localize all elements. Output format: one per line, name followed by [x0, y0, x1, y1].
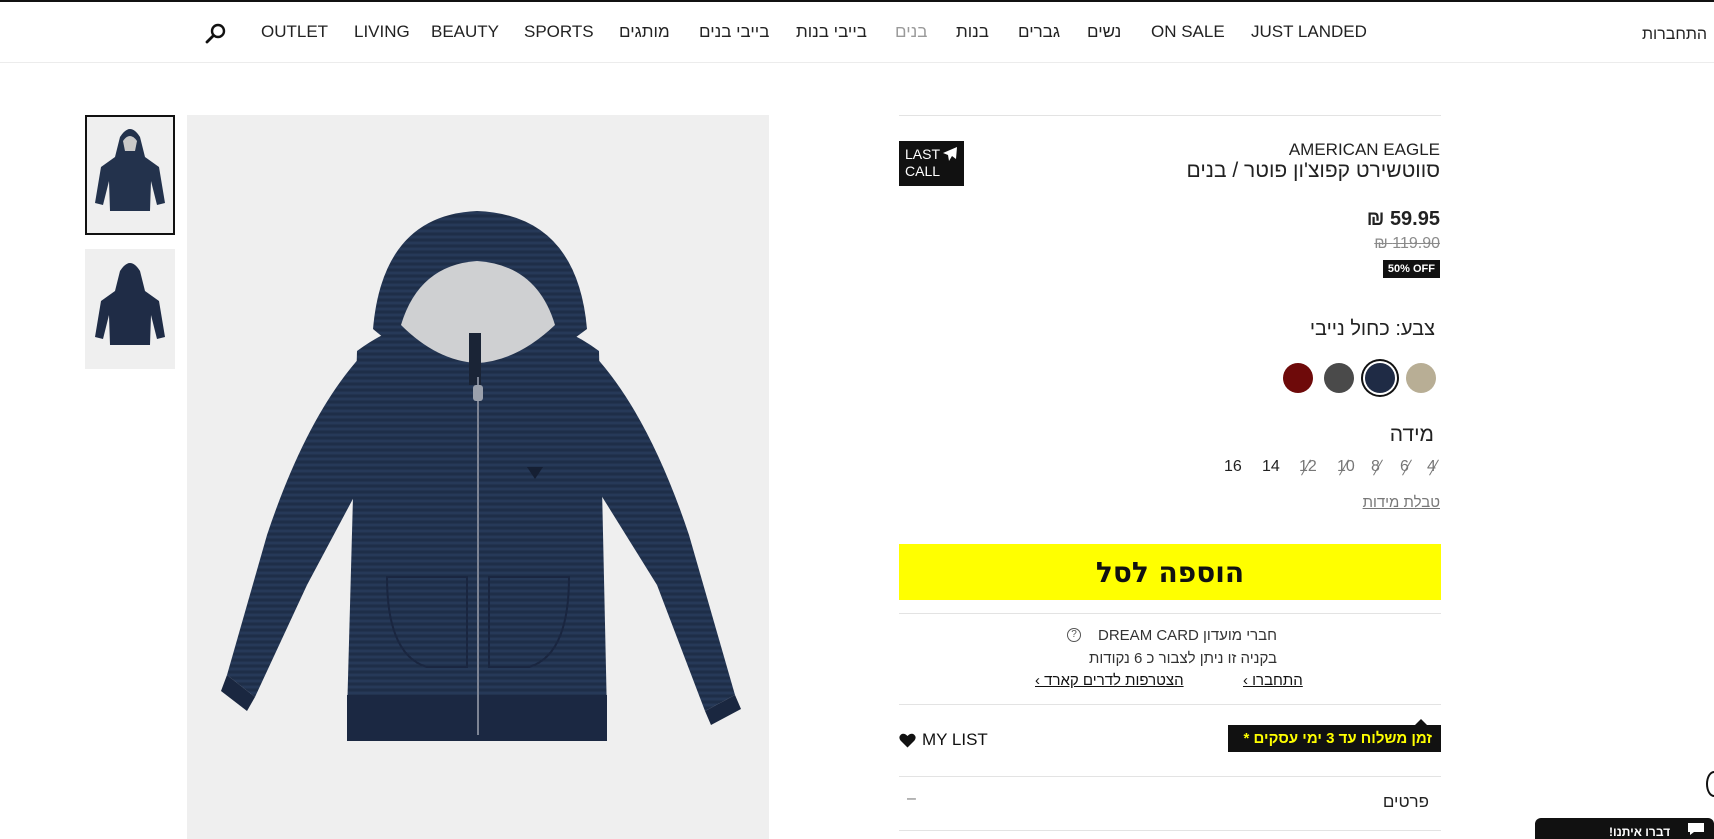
- size-option-8[interactable]: 8: [1371, 458, 1380, 476]
- search-icon[interactable]: [204, 22, 228, 46]
- hoodie-image: [187, 115, 769, 839]
- collapse-icon: –: [907, 790, 916, 807]
- product-brand[interactable]: AMERICAN EAGLE: [1289, 140, 1440, 160]
- shipping-time-badge: זמן משלוח עד 3 ימי עסקים *: [1228, 719, 1441, 752]
- add-to-cart-button[interactable]: הוספה לסל: [899, 544, 1441, 600]
- nav-item-baby-girls[interactable]: בייבי בנות: [796, 22, 867, 42]
- nav-item-just-landed[interactable]: JUST LANDED: [1251, 22, 1367, 42]
- nav-item-women[interactable]: נשים: [1087, 22, 1121, 42]
- chat-bubble-icon: [1688, 823, 1704, 835]
- my-list-button[interactable]: MY LIST: [899, 730, 988, 750]
- nav-item-baby-boys[interactable]: בייבי בנים: [699, 22, 769, 42]
- last-call-line2: CALL: [905, 163, 941, 179]
- color-swatch-charcoal[interactable]: [1324, 363, 1354, 393]
- club-join-link[interactable]: הצטרפות לדרים קארד ›: [1035, 672, 1184, 689]
- login-link[interactable]: התחברות: [1642, 26, 1707, 44]
- club-top-divider: [899, 613, 1441, 614]
- hoodie-back-thumbnail-image: [85, 249, 175, 369]
- club-login-link[interactable]: התחברו ›: [1243, 672, 1303, 689]
- nav-item-sports[interactable]: SPORTS: [524, 22, 594, 42]
- color-swatch-burgundy[interactable]: [1283, 363, 1313, 393]
- size-chart-link[interactable]: טבלת מידות: [1363, 494, 1440, 511]
- chat-label: דברו איתנו!: [1609, 825, 1671, 839]
- actions-top-divider: [899, 704, 1441, 705]
- nav-item-on-sale[interactable]: ON SALE: [1151, 22, 1225, 42]
- main-product-image[interactable]: [187, 115, 769, 839]
- size-label: מידה: [1389, 423, 1434, 446]
- last-call-badge: LAST CALL: [899, 141, 964, 186]
- nav-item-brands[interactable]: מותגים: [619, 22, 670, 42]
- details-label: פרטים: [1382, 792, 1429, 811]
- my-list-label: MY LIST: [922, 730, 988, 749]
- size-option-16[interactable]: 16: [1224, 458, 1242, 476]
- accessibility-icon[interactable]: [1706, 771, 1714, 797]
- heart-icon: [899, 733, 916, 747]
- details-accordion[interactable]: פרטים –: [899, 790, 1441, 816]
- chat-widget[interactable]: דברו איתנו!: [1535, 818, 1714, 839]
- original-price: 119.90 ₪: [1374, 235, 1440, 252]
- color-swatch-beige[interactable]: [1406, 363, 1436, 393]
- size-option-4[interactable]: 4: [1427, 458, 1436, 476]
- nav-item-outlet[interactable]: OUTLET: [261, 22, 328, 42]
- current-price: 59.95 ₪: [1366, 208, 1440, 230]
- color-swatch-navy[interactable]: [1365, 363, 1395, 393]
- details-bottom-divider: [899, 830, 1441, 831]
- product-title: סווטשירט קפוצ'ון פוטר / בנים: [1186, 159, 1441, 182]
- hoodie-thumbnail-image: [87, 117, 173, 233]
- plane-icon: [943, 147, 957, 161]
- info-top-divider: [899, 115, 1441, 116]
- main-navigation: התחברות JUST LANDED ON SALE נשים גברים ב…: [0, 2, 1714, 63]
- nav-item-boys[interactable]: בנים: [895, 22, 927, 42]
- size-option-12[interactable]: 12: [1299, 458, 1317, 476]
- club-points-text: בקניה זו ניתן לצבור כ 6 נקודות: [1089, 650, 1277, 667]
- thumbnail-back[interactable]: [85, 249, 175, 369]
- size-option-10[interactable]: 10: [1337, 458, 1355, 476]
- nav-item-living[interactable]: LIVING: [354, 22, 410, 42]
- nav-item-beauty[interactable]: BEAUTY: [431, 22, 499, 42]
- nav-item-men[interactable]: גברים: [1018, 22, 1060, 42]
- help-icon[interactable]: ?: [1067, 628, 1081, 642]
- size-option-6[interactable]: 6: [1400, 458, 1409, 476]
- thumbnail-front[interactable]: [85, 115, 175, 235]
- nav-item-girls[interactable]: בנות: [956, 22, 989, 42]
- club-title: חברי מועדון DREAM CARD: [1098, 627, 1277, 644]
- details-top-divider: [899, 776, 1441, 777]
- size-option-14[interactable]: 14: [1262, 458, 1280, 476]
- discount-badge: 50% OFF: [1382, 260, 1440, 278]
- color-label: צבע: כחול נייבי: [1309, 318, 1435, 340]
